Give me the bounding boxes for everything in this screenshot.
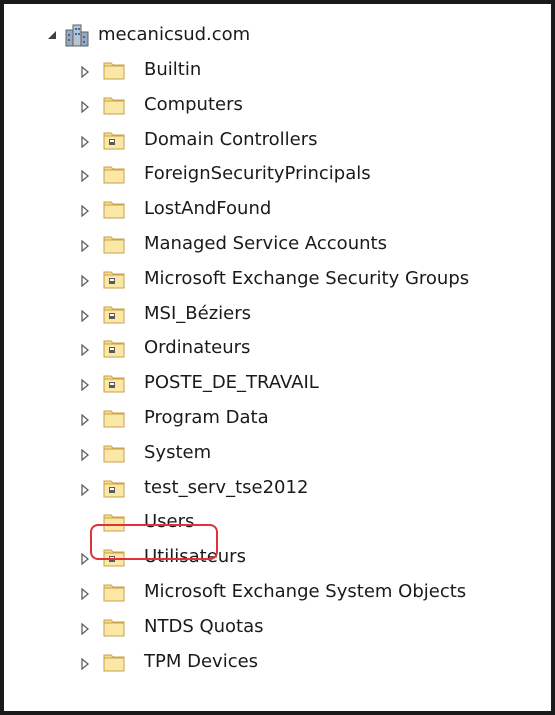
tree-node-label: Computers bbox=[144, 94, 243, 115]
expand-arrow-icon[interactable] bbox=[78, 448, 92, 462]
expand-arrow-icon[interactable] bbox=[78, 309, 92, 323]
tree-node-label: Microsoft Exchange System Objects bbox=[144, 581, 467, 602]
tree-node-label: Ordinateurs bbox=[144, 337, 251, 358]
tree-node[interactable]: Microsoft Exchange System Objects bbox=[0, 575, 547, 609]
container-folder-icon bbox=[102, 198, 126, 220]
container-folder-icon bbox=[102, 581, 126, 603]
tree-node[interactable]: System bbox=[0, 436, 547, 470]
tree-node-label: System bbox=[144, 442, 212, 463]
ou-folder-icon bbox=[102, 477, 126, 499]
tree-node-label: Managed Service Accounts bbox=[144, 233, 387, 254]
expand-arrow-icon[interactable] bbox=[78, 587, 92, 601]
tree-node-label: NTDS Quotas bbox=[144, 616, 264, 637]
ad-tree-view: mecanicsud.com Builtin Computers Domain Con… bbox=[0, 0, 547, 707]
container-folder-icon bbox=[102, 163, 126, 185]
container-folder-icon bbox=[102, 233, 126, 255]
tree-node[interactable]: ForeignSecurityPrincipals bbox=[0, 157, 547, 191]
expand-arrow-icon[interactable] bbox=[78, 343, 92, 357]
ou-folder-icon bbox=[102, 129, 126, 151]
ou-folder-icon bbox=[102, 337, 126, 359]
expand-arrow-icon[interactable] bbox=[78, 169, 92, 183]
tree-node-label: test_serv_tse2012 bbox=[144, 477, 309, 498]
tree-node-label: ForeignSecurityPrincipals bbox=[144, 163, 371, 184]
ou-folder-icon bbox=[102, 268, 126, 290]
expand-arrow-icon[interactable] bbox=[78, 483, 92, 497]
tree-node-label: Builtin bbox=[144, 59, 202, 80]
tree-node-label: Program Data bbox=[144, 407, 269, 428]
domain-icon bbox=[64, 22, 90, 48]
expand-arrow-icon[interactable] bbox=[78, 100, 92, 114]
tree-node[interactable]: Microsoft Exchange Security Groups bbox=[0, 262, 547, 296]
expand-arrow-icon[interactable] bbox=[78, 274, 92, 288]
collapse-arrow-icon[interactable] bbox=[45, 28, 59, 42]
expand-arrow-icon[interactable] bbox=[78, 657, 92, 671]
tree-node-label: Domain Controllers bbox=[144, 129, 318, 150]
tree-node[interactable]: Program Data bbox=[0, 401, 547, 435]
tree-node[interactable]: test_serv_tse2012 bbox=[0, 471, 547, 505]
tree-node[interactable]: MSI_Béziers bbox=[0, 297, 547, 331]
tree-node[interactable]: TPM Devices bbox=[0, 645, 547, 679]
expand-arrow-icon[interactable] bbox=[78, 135, 92, 149]
tree-node-label: POSTE_DE_TRAVAIL bbox=[144, 372, 319, 393]
container-folder-icon bbox=[102, 94, 126, 116]
tree-node-root[interactable]: mecanicsud.com bbox=[0, 18, 547, 52]
tree-node-label: mecanicsud.com bbox=[98, 24, 251, 45]
expand-arrow-icon[interactable] bbox=[78, 239, 92, 253]
users-highlight-box bbox=[90, 524, 218, 560]
tree-node[interactable]: Users bbox=[0, 505, 547, 539]
tree-node[interactable]: Ordinateurs bbox=[0, 331, 547, 365]
tree-node-label: MSI_Béziers bbox=[144, 303, 251, 324]
tree-node[interactable]: Utilisateurs bbox=[0, 540, 547, 574]
ou-folder-icon bbox=[102, 372, 126, 394]
container-folder-icon bbox=[102, 407, 126, 429]
tree-node[interactable]: NTDS Quotas bbox=[0, 610, 547, 644]
container-folder-icon bbox=[102, 442, 126, 464]
tree-node[interactable]: Builtin bbox=[0, 53, 547, 87]
tree-node[interactable]: LostAndFound bbox=[0, 192, 547, 226]
tree-node-label: TPM Devices bbox=[144, 651, 259, 672]
expand-arrow-icon[interactable] bbox=[78, 622, 92, 636]
tree-node[interactable]: POSTE_DE_TRAVAIL bbox=[0, 366, 547, 400]
tree-node-label: Microsoft Exchange Security Groups bbox=[144, 268, 470, 289]
container-folder-icon bbox=[102, 651, 126, 673]
container-folder-icon bbox=[102, 616, 126, 638]
tree-node-label: LostAndFound bbox=[144, 198, 272, 219]
expand-arrow-icon[interactable] bbox=[78, 204, 92, 218]
tree-node[interactable]: Domain Controllers bbox=[0, 123, 547, 157]
ou-folder-icon bbox=[102, 303, 126, 325]
expand-arrow-icon[interactable] bbox=[78, 378, 92, 392]
tree-node[interactable]: Computers bbox=[0, 88, 547, 122]
expand-arrow-icon[interactable] bbox=[78, 413, 92, 427]
container-folder-icon bbox=[102, 59, 126, 81]
tree-node[interactable]: Managed Service Accounts bbox=[0, 227, 547, 261]
expand-arrow-icon[interactable] bbox=[78, 65, 92, 79]
